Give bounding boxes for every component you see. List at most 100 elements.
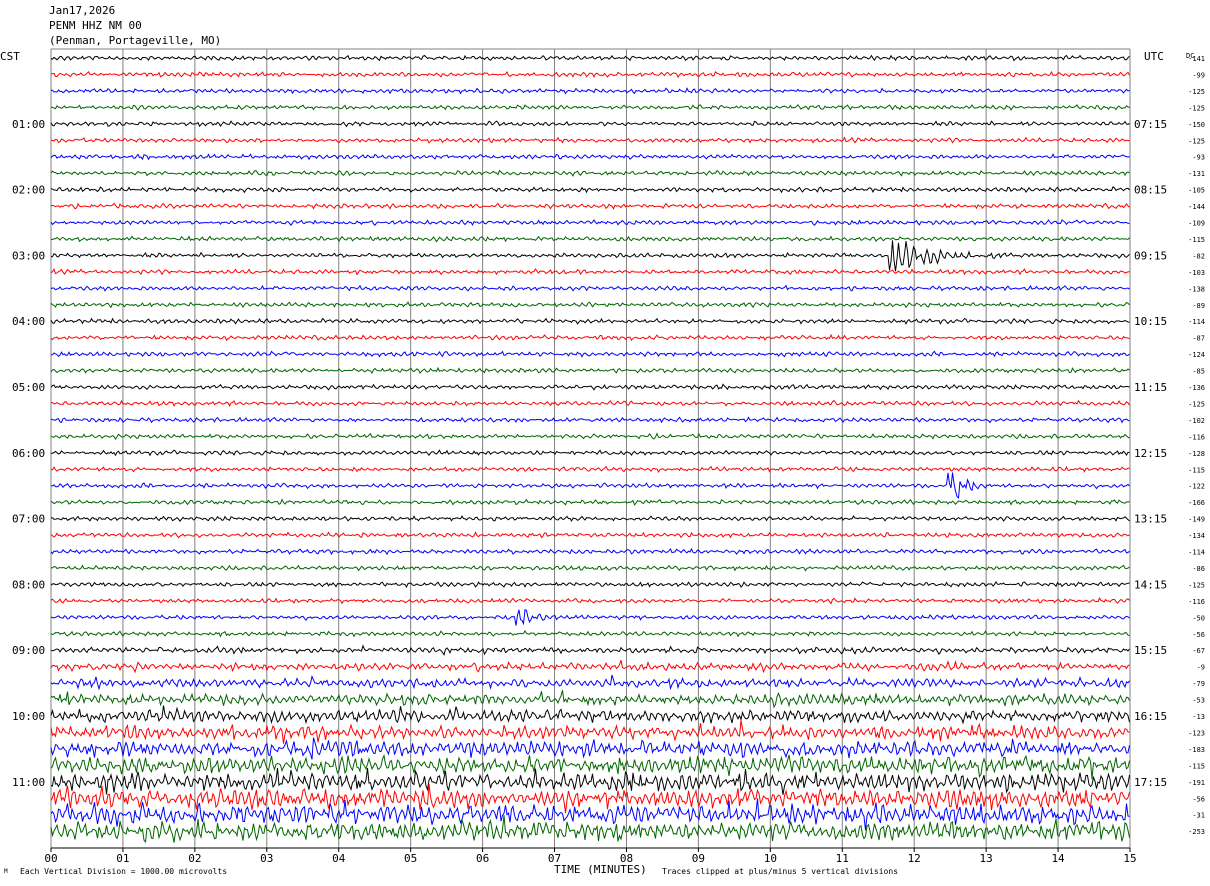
trace-42 xyxy=(50,737,1130,760)
trace-45 xyxy=(50,783,1130,814)
time-grid xyxy=(50,48,1131,849)
trace-43 xyxy=(50,753,1130,780)
dc-header-label: DC xyxy=(1186,52,1194,60)
cst-hour-label: 09:00 xyxy=(12,644,45,657)
dc-offset-label: -103 xyxy=(1188,269,1205,277)
trace-1 xyxy=(50,70,1130,79)
helicorder-plot: 01:00 02:00 03:00 04:00 05:00 06:00 07:00 08:00… xyxy=(0,48,1205,876)
dc-offset-label: -183 xyxy=(1188,746,1205,754)
dc-offset-label: -31 xyxy=(1192,812,1205,820)
cst-hour-labels: 01:00 02:00 03:00 04:00 05:00 06:00 07:00 08:00… xyxy=(12,118,45,789)
cst-hour-label: 11:00 xyxy=(12,776,45,789)
dc-offset-label: -56 xyxy=(1192,795,1205,803)
trace-2 xyxy=(51,87,1130,95)
trace-11 xyxy=(50,235,1130,243)
clipping-note: Traces clipped at plus/minus 5 vertical … xyxy=(662,867,899,876)
trace-26 xyxy=(50,472,1130,499)
cst-hour-label: 03:00 xyxy=(12,249,45,262)
x-tick-label: 04 xyxy=(332,852,346,865)
dc-offset-label: -114 xyxy=(1188,318,1205,326)
trace-5 xyxy=(50,136,1130,144)
footer-mark: M xyxy=(4,868,8,875)
x-tick-label: 10 xyxy=(764,852,777,865)
x-axis-title: TIME (MINUTES) xyxy=(554,863,647,876)
dc-offset-label: -105 xyxy=(1188,187,1205,195)
utc-hour-label: 14:15 xyxy=(1134,578,1167,591)
dc-offset-label: -89 xyxy=(1192,302,1205,310)
dc-offset-label: -191 xyxy=(1188,779,1205,787)
trace-27 xyxy=(50,498,1130,506)
x-tick-label: 15 xyxy=(1123,852,1136,865)
dc-offset-label: -99 xyxy=(1192,71,1205,79)
utc-hour-label: 12:15 xyxy=(1134,447,1167,460)
utc-hour-label: 16:15 xyxy=(1134,710,1167,723)
dc-offset-label: -136 xyxy=(1188,384,1205,392)
x-tick-label: 05 xyxy=(404,852,417,865)
dc-offset-label: -116 xyxy=(1188,433,1205,441)
utc-hour-label: 08:15 xyxy=(1134,184,1167,197)
dc-offset-label: -85 xyxy=(1192,368,1205,376)
trace-33 xyxy=(50,597,1130,605)
left-timezone-label: CST xyxy=(0,50,20,63)
cst-hour-label: 08:00 xyxy=(12,578,45,591)
trace-20 xyxy=(50,383,1130,391)
trace-25 xyxy=(50,465,1130,474)
trace-3 xyxy=(50,104,1130,111)
dc-offset-label: -115 xyxy=(1188,466,1205,474)
trace-31 xyxy=(50,564,1130,572)
x-tick-label: 11 xyxy=(836,852,849,865)
trace-13 xyxy=(50,267,1130,276)
trace-16 xyxy=(50,317,1130,325)
trace-10 xyxy=(50,219,1130,227)
trace-19 xyxy=(50,366,1130,374)
trace-8 xyxy=(50,186,1130,194)
dc-offset-label: -56 xyxy=(1192,631,1205,639)
trace-28 xyxy=(50,515,1130,523)
trace-41 xyxy=(50,720,1130,744)
trace-44 xyxy=(50,768,1130,795)
dc-offset-label: -115 xyxy=(1188,236,1205,244)
x-tick-label: 14 xyxy=(1051,852,1065,865)
dc-offset-label: -67 xyxy=(1192,647,1205,655)
x-tick-label: 03 xyxy=(260,852,273,865)
seismic-traces xyxy=(50,54,1130,844)
trace-6 xyxy=(50,153,1130,161)
dc-offset-label: -125 xyxy=(1188,88,1205,96)
cst-hour-label: 06:00 xyxy=(12,447,45,460)
x-tick-label: 00 xyxy=(44,852,57,865)
trace-39 xyxy=(50,690,1130,709)
trace-14 xyxy=(50,284,1130,292)
dc-offset-label: -166 xyxy=(1188,499,1205,507)
x-tick-label: 06 xyxy=(476,852,489,865)
trace-30 xyxy=(50,547,1130,556)
utc-hour-label: 10:15 xyxy=(1134,315,1167,328)
trace-7 xyxy=(50,169,1130,177)
trace-35 xyxy=(50,630,1130,638)
utc-hour-label: 13:15 xyxy=(1134,513,1167,526)
trace-18 xyxy=(50,350,1130,358)
dc-offset-label: -123 xyxy=(1188,729,1205,737)
dc-offset-label: -144 xyxy=(1188,203,1205,211)
trace-21 xyxy=(50,399,1130,408)
cst-hour-label: 02:00 xyxy=(12,184,45,197)
x-tick-label: 02 xyxy=(188,852,201,865)
utc-hour-label: 07:15 xyxy=(1134,118,1167,131)
dc-offset-label: -128 xyxy=(1188,450,1205,458)
dc-offset-label: -93 xyxy=(1192,154,1205,162)
utc-hour-label: 17:15 xyxy=(1134,776,1167,789)
cst-hour-label: 01:00 xyxy=(12,118,45,131)
trace-40 xyxy=(50,705,1130,725)
dc-offset-label: -125 xyxy=(1188,104,1205,112)
dc-offset-label: -86 xyxy=(1192,565,1205,573)
dc-offset-label: -125 xyxy=(1188,400,1205,408)
utc-hour-label: 11:15 xyxy=(1134,381,1167,394)
trace-15 xyxy=(50,301,1130,309)
trace-46 xyxy=(50,798,1130,831)
trace-0 xyxy=(50,54,1130,62)
x-tick-label: 01 xyxy=(116,852,129,865)
trace-22 xyxy=(50,416,1130,424)
dc-offset-label: -82 xyxy=(1192,252,1205,260)
dc-offset-label: -13 xyxy=(1192,713,1205,721)
trace-9 xyxy=(50,202,1130,210)
dc-offset-label: -150 xyxy=(1188,121,1205,129)
